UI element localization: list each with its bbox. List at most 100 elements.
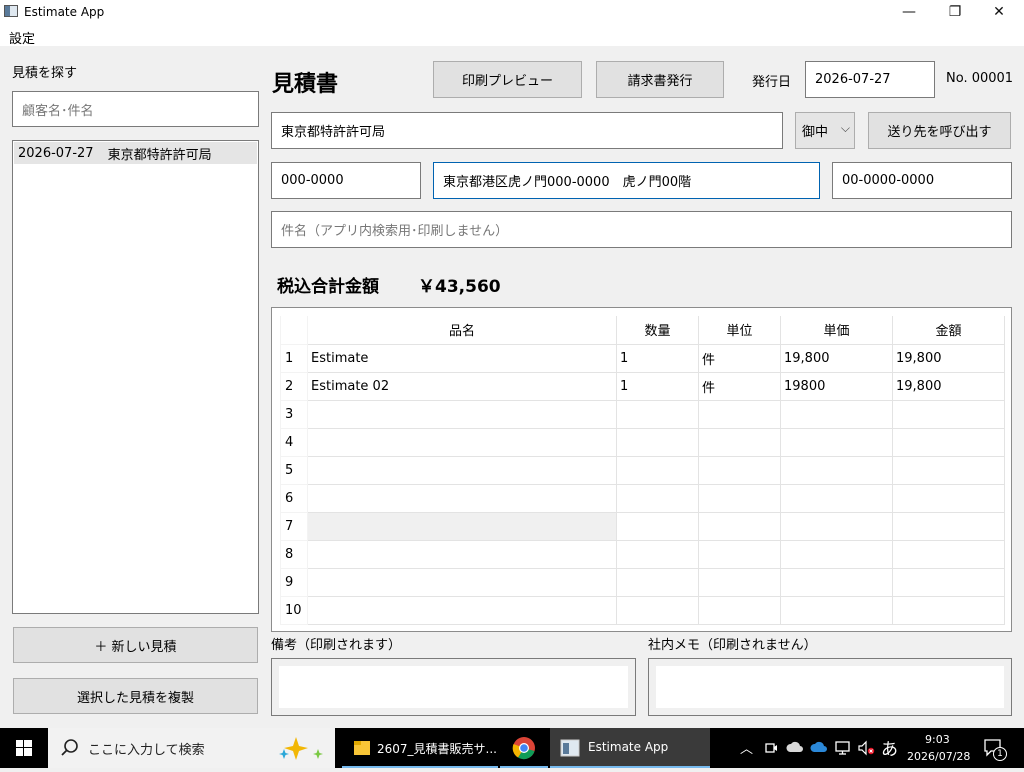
menu-item-settings[interactable]: 設定 [9,28,35,47]
issue-date-input[interactable]: 2026-07-27 [805,61,935,98]
maximize-button[interactable]: ❐ [932,0,978,24]
customer-name-input[interactable]: 東京都特許許可局 [271,112,783,149]
table-row[interactable]: 1 Estimate 1 件 19,800 19,800 [280,343,1005,373]
clock-date[interactable]: 2026/07/28 [907,750,970,763]
cell-item[interactable] [307,539,617,569]
cell-unit[interactable] [698,567,781,597]
issue-invoice-button[interactable]: 請求書発行 [596,61,724,98]
cell-qty[interactable] [616,539,699,569]
cell-amount[interactable] [892,595,1005,625]
cell-price[interactable] [780,567,893,597]
cell-amount[interactable]: 19,800 [892,371,1005,401]
honorific-select[interactable]: 御中 ⌵ [795,112,855,149]
clock-time[interactable]: 9:03 [925,733,950,746]
new-estimate-button[interactable]: ＋ 新しい見積 [13,627,258,663]
table-row[interactable]: 4 [280,427,1005,457]
taskbar-search-input[interactable]: ここに入力して検索 [48,728,335,768]
cell-item[interactable] [307,455,617,485]
print-preview-button[interactable]: 印刷プレビュー [433,61,582,98]
cell-price[interactable] [780,539,893,569]
column-header-item[interactable]: 品名 [307,316,617,345]
onedrive-icon[interactable] [810,740,828,754]
cell-item[interactable] [307,427,617,457]
cell-item[interactable] [307,483,617,513]
table-row[interactable]: 7 [280,511,1005,541]
start-button[interactable] [0,728,48,768]
table-row[interactable]: 5 [280,455,1005,485]
phone-input[interactable]: 00-0000-0000 [832,162,1012,199]
taskbar-chrome[interactable] [500,728,548,768]
volume-muted-icon[interactable] [857,740,875,756]
table-row[interactable]: 9 [280,567,1005,597]
cell-item[interactable] [307,595,617,625]
cell-qty[interactable]: 1 [616,371,699,401]
remarks-textarea[interactable] [279,666,628,708]
column-header-amount[interactable]: 金額 [892,316,1005,345]
table-row[interactable]: 8 [280,539,1005,569]
network-icon[interactable] [834,740,852,756]
chevron-up-icon[interactable]: ︿ [740,738,753,757]
column-header-unit[interactable]: 単位 [698,316,781,345]
cell-qty[interactable] [616,483,699,513]
cell-price[interactable] [780,427,893,457]
cell-price[interactable]: 19800 [780,371,893,401]
recall-recipient-button[interactable]: 送り先を呼び出す [868,112,1011,149]
column-header-price[interactable]: 単価 [780,316,893,345]
cell-amount[interactable] [892,539,1005,569]
close-button[interactable]: ✕ [976,0,1022,24]
cell-unit[interactable] [698,427,781,457]
cell-price[interactable] [780,455,893,485]
table-row[interactable]: 10 [280,595,1005,625]
cell-price[interactable]: 19,800 [780,343,893,373]
taskbar-estimate-app[interactable]: Estimate App [550,728,710,768]
subject-input[interactable]: 件名（アプリ内検索用･印刷しません） [271,211,1012,248]
cell-unit[interactable] [698,399,781,429]
search-input[interactable]: 顧客名･件名 [12,91,259,127]
meet-now-icon[interactable] [763,740,779,756]
table-row[interactable]: 2 Estimate 02 1 件 19800 19,800 [280,371,1005,401]
duplicate-estimate-button[interactable]: 選択した見積を複製 [13,678,258,714]
taskbar-file-explorer[interactable]: 2607_見積書販売サ... [342,728,498,768]
cell-amount[interactable]: 19,800 [892,343,1005,373]
cell-unit[interactable] [698,511,781,541]
cell-qty[interactable] [616,399,699,429]
cell-item[interactable]: Estimate 02 [307,371,617,401]
cell-item-selected[interactable] [307,511,617,541]
cell-amount[interactable] [892,399,1005,429]
table-row[interactable]: 6 [280,483,1005,513]
cell-qty[interactable]: 1 [616,343,699,373]
cell-price[interactable] [780,595,893,625]
table-row[interactable]: 3 [280,399,1005,429]
cell-item[interactable]: Estimate [307,343,617,373]
cell-qty[interactable] [616,595,699,625]
cell-item[interactable] [307,399,617,429]
cell-amount[interactable] [892,567,1005,597]
cell-price[interactable] [780,399,893,429]
cell-item[interactable] [307,567,617,597]
cell-price[interactable] [780,483,893,513]
cell-amount[interactable] [892,483,1005,513]
list-item[interactable]: 2026-07-27 東京都特許許可局 [14,142,257,164]
postal-code-input[interactable]: 000-0000 [271,162,421,199]
cell-qty[interactable] [616,567,699,597]
cloud-icon[interactable] [786,740,804,754]
cell-price[interactable] [780,511,893,541]
cell-unit[interactable] [698,483,781,513]
cell-qty[interactable] [616,511,699,541]
internal-memo-textarea[interactable] [656,666,1004,708]
cell-unit[interactable] [698,595,781,625]
cell-qty[interactable] [616,455,699,485]
cell-qty[interactable] [616,427,699,457]
cell-amount[interactable] [892,455,1005,485]
cell-amount[interactable] [892,427,1005,457]
cell-amount[interactable] [892,511,1005,541]
estimate-list[interactable]: 2026-07-27 東京都特許許可局 [12,140,259,614]
cell-unit[interactable]: 件 [698,343,781,373]
ime-indicator[interactable]: あ [881,735,898,760]
minimize-button[interactable]: — [886,0,932,24]
cell-unit[interactable]: 件 [698,371,781,401]
cell-unit[interactable] [698,539,781,569]
cell-unit[interactable] [698,455,781,485]
column-header-qty[interactable]: 数量 [616,316,699,345]
address-input[interactable]: 東京都港区虎ノ門000-0000 虎ノ門00階 [433,162,820,199]
